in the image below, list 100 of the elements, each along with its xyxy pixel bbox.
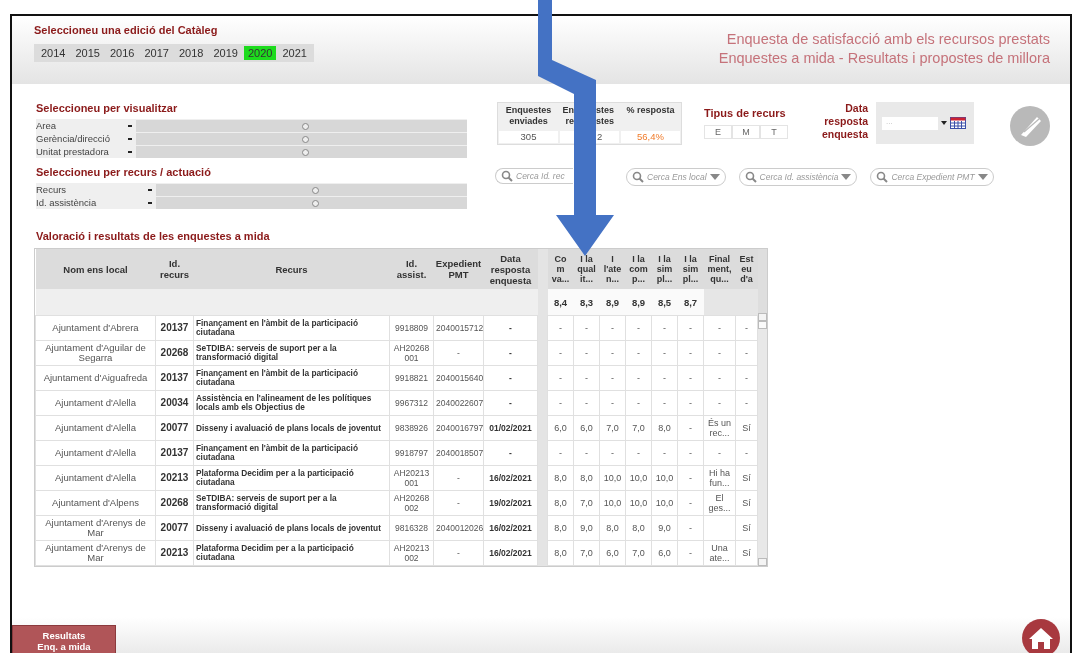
column-header[interactable]: Id. recurs <box>155 249 194 289</box>
slider-handle[interactable] <box>301 148 309 156</box>
table-cell: 8,0 <box>547 490 574 516</box>
column-header[interactable]: Co m va... <box>547 249 574 289</box>
table-cell: - <box>718 398 721 408</box>
table-cell: 8,0 <box>547 515 574 541</box>
column-header[interactable]: Final ment, qu... <box>703 249 736 289</box>
table-cell: - <box>599 365 626 391</box>
filter-label: Id. assistència <box>36 197 98 208</box>
table-cell: - <box>735 340 758 366</box>
table-cell: - <box>677 315 704 341</box>
stat-value: 305 <box>499 131 558 143</box>
slider-handle[interactable] <box>311 199 319 207</box>
table-cell: - <box>483 365 538 391</box>
slider-handle[interactable] <box>301 135 309 143</box>
table-cell: - <box>433 340 484 366</box>
table-cell: Hi ha fun... <box>709 468 730 488</box>
table-cell: AH20213 001 <box>389 465 434 491</box>
table-cell: AH20268 001 <box>389 340 434 366</box>
table-cell: - <box>651 365 678 391</box>
table-cell: - <box>483 390 538 416</box>
column-header[interactable]: Nom ens local <box>35 249 156 289</box>
table-cell: Sí <box>735 465 758 491</box>
table-cell: 20137 <box>155 440 194 466</box>
table-cell: 2040015640 <box>433 365 484 391</box>
table-cell: - <box>718 373 721 383</box>
table-cell: Disseny i avaluació de plans locals de joventut <box>193 415 390 441</box>
table-cell: Una ate... <box>709 543 730 563</box>
table-cell: 20034 <box>155 390 194 416</box>
year-tab[interactable]: 2019 <box>209 46 242 60</box>
section-title: Seleccioneu per recurs / actuació <box>36 166 212 178</box>
caret-icon[interactable] <box>148 188 152 191</box>
type-option[interactable]: E <box>704 125 732 139</box>
column-header[interactable]: I la com p... <box>625 249 652 289</box>
table-cell: Ajuntament d'Aiguafreda <box>35 365 156 391</box>
column-header[interactable]: Expedient PMT <box>433 249 484 289</box>
caret-icon[interactable] <box>148 201 152 204</box>
table-cell: 20137 <box>155 315 194 341</box>
table-cell: - <box>599 315 626 341</box>
type-option[interactable]: T <box>760 125 788 139</box>
table-cell: - <box>625 390 652 416</box>
column-header[interactable]: Est eu d'a <box>735 249 758 289</box>
table-cell: Ajuntament d'Alpens <box>35 490 156 516</box>
caret-icon[interactable] <box>128 124 132 127</box>
table-cell: - <box>735 390 758 416</box>
table-cell: - <box>625 340 652 366</box>
slider-handle[interactable] <box>301 122 309 130</box>
table-cell: - <box>735 315 758 341</box>
table-cell: - <box>735 365 758 391</box>
year-tab[interactable]: 2021 <box>278 46 311 60</box>
table-cell: - <box>573 315 600 341</box>
column-header[interactable]: I l'ate n... <box>599 249 626 289</box>
year-tab[interactable]: 2016 <box>105 46 139 60</box>
table-cell: 6,0 <box>651 540 678 566</box>
table-cell: - <box>677 415 704 441</box>
scrollbar[interactable] <box>758 249 767 566</box>
type-option[interactable]: M <box>732 125 760 139</box>
table-cell: 19/02/2021 <box>483 490 538 516</box>
year-tab[interactable]: 2015 <box>71 46 104 60</box>
column-header[interactable]: Data resposta enquesta <box>483 249 538 289</box>
year-tab[interactable]: 2017 <box>140 46 173 60</box>
table-cell: Ajuntament d'Alella <box>35 465 156 491</box>
table-cell: Ajuntament d'Abrera <box>35 315 156 341</box>
column-header[interactable]: I la sim pl... <box>651 249 678 289</box>
table-cell: - <box>599 390 626 416</box>
table-cell: 20137 <box>155 365 194 391</box>
table-cell: - <box>651 390 678 416</box>
column-header[interactable]: I la sim pl... <box>677 249 704 289</box>
table-cell: 9816328 <box>389 515 434 541</box>
column-header[interactable]: Recurs <box>193 249 390 289</box>
caret-icon[interactable] <box>128 137 132 140</box>
table-cell: - <box>547 365 574 391</box>
table-cell: Plataforma Decidim per a la participació ciutadana <box>193 540 390 566</box>
table-cell: - <box>599 340 626 366</box>
table-cell: Finançament en l'àmbit de la participació ciutadana <box>193 365 390 391</box>
year-tab[interactable]: 2020 <box>243 46 277 60</box>
caret-icon[interactable] <box>128 150 132 153</box>
table-cell: 2040018507 <box>433 440 484 466</box>
eraser-icon[interactable] <box>1010 106 1050 146</box>
table-cell: Finançament en l'àmbit de la participació ciutadana <box>193 440 390 466</box>
table-cell: - <box>677 490 704 516</box>
year-tab[interactable]: 2018 <box>174 46 208 60</box>
slider-handle[interactable] <box>311 186 319 194</box>
stat-label: stes <box>596 105 615 116</box>
home-icon[interactable] <box>1022 619 1060 653</box>
table-cell: - <box>718 348 721 358</box>
table-cell: 7,0 <box>625 415 652 441</box>
table-cell: 9838926 <box>389 415 434 441</box>
calendar-icon[interactable] <box>950 117 966 129</box>
table-cell: 8,0 <box>547 540 574 566</box>
column-header[interactable]: Id. assist. <box>389 249 434 289</box>
table-cell: SeTDIBA: serveis de suport per a la transformació digital <box>193 490 390 516</box>
average-cell: 8,5 <box>651 289 678 316</box>
edition-title: Seleccioneu una edició del Catàleg <box>34 24 219 36</box>
table-cell: Ajuntament d'Aguilar de Segarra <box>35 340 156 366</box>
average-cell: 8,9 <box>599 289 626 316</box>
year-tab[interactable]: 2014 <box>37 46 70 60</box>
search-icon <box>632 171 644 183</box>
table-title: Valoració i resultats de les enquestes a mida <box>36 230 271 242</box>
results-button[interactable]: Resultats Enq. a mida <box>12 625 116 653</box>
